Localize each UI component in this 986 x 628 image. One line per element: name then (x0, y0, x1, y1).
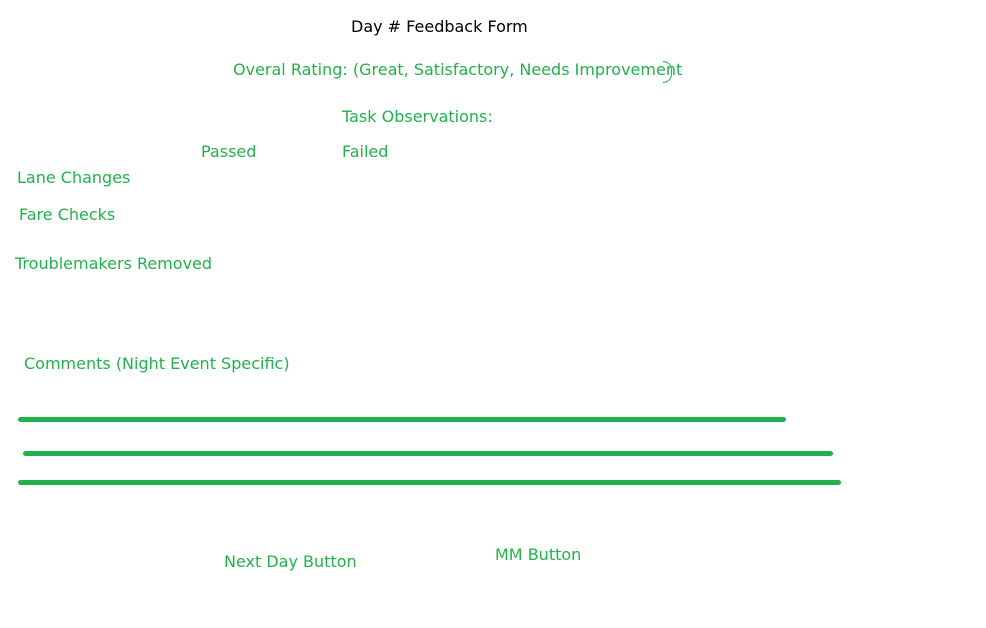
comment-line-1[interactable] (18, 417, 786, 422)
passed-column-header: Passed (201, 142, 257, 161)
task-observations-heading: Task Observations: (342, 107, 493, 126)
task-lane-changes: Lane Changes (17, 168, 131, 187)
failed-column-header: Failed (342, 142, 389, 161)
task-fare-checks: Fare Checks (19, 205, 116, 224)
comment-line-3[interactable] (18, 480, 841, 485)
overall-rating-label: Overal Rating: (Great, Satisfactory, Nee… (233, 60, 683, 79)
comments-label: Comments (Night Event Specific) (24, 354, 290, 373)
form-title: Day # Feedback Form (351, 17, 528, 36)
task-troublemakers-removed: Troublemakers Removed (15, 254, 213, 273)
comment-line-2[interactable] (23, 451, 833, 456)
next-day-button[interactable]: Next Day Button (224, 552, 357, 572)
mm-button[interactable]: MM Button (495, 545, 581, 565)
